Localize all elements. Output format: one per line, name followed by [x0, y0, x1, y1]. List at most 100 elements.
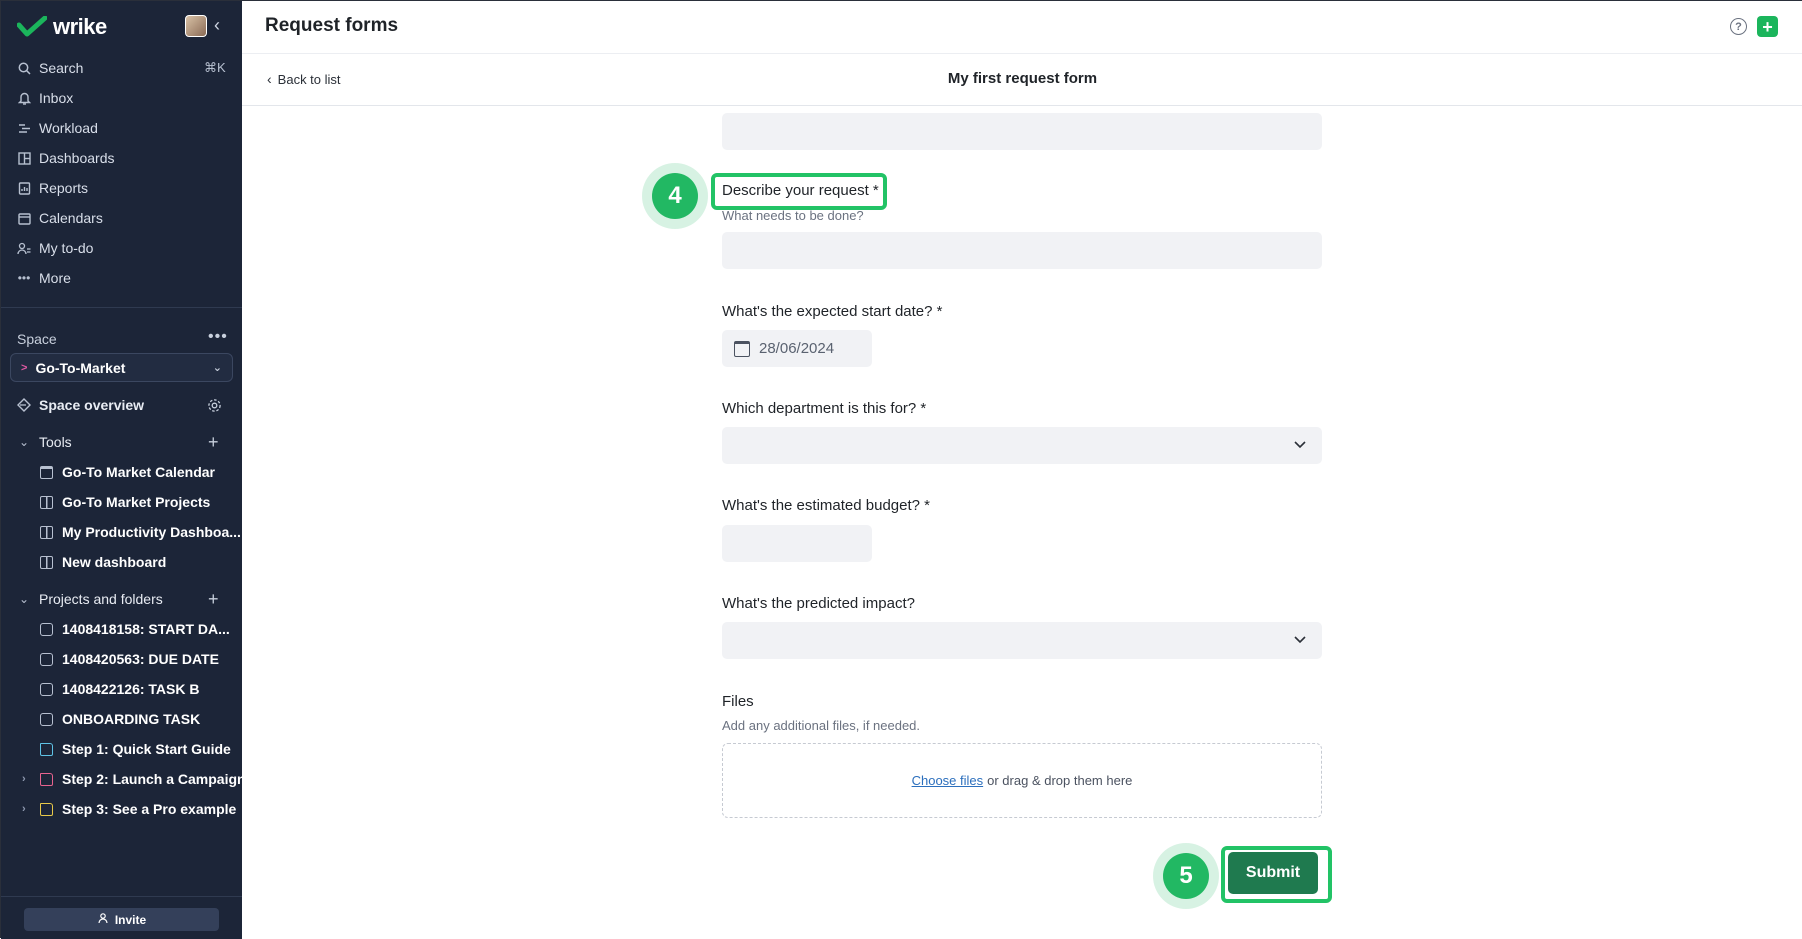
nav-label: Reports	[39, 180, 89, 196]
project-item[interactable]: ONBOARDING TASK	[40, 708, 200, 730]
chevron-right-icon[interactable]: ›	[22, 773, 26, 785]
tool-item[interactable]: My Productivity Dashboa...	[40, 521, 241, 543]
chevron-right-icon[interactable]: ›	[22, 803, 26, 815]
budget-input[interactable]	[722, 525, 872, 562]
sidebar-bottom-divider	[1, 896, 242, 897]
nav-my-todo[interactable]: My to-do	[17, 237, 93, 259]
previous-field-input[interactable]	[722, 113, 1322, 150]
more-dots-icon: •••	[17, 271, 31, 285]
folder-item[interactable]: › Step 3: See a Pro example	[22, 798, 236, 820]
projects-label: Projects and folders	[39, 591, 163, 607]
top-bar: Request forms ? +	[242, 1, 1802, 54]
workload-icon	[17, 121, 31, 135]
projects-section-header[interactable]: ⌄ Projects and folders	[17, 588, 163, 610]
nav-label: More	[39, 270, 71, 286]
add-project-plus-icon[interactable]: +	[208, 588, 219, 610]
nav-label: Dashboards	[39, 150, 115, 166]
impact-select[interactable]	[722, 622, 1322, 659]
main-content: Request forms ? + My first request form …	[242, 1, 1802, 939]
chevron-down-icon: ⌄	[18, 435, 30, 449]
add-tool-plus-icon[interactable]: +	[208, 431, 219, 453]
invite-button[interactable]: Invite	[24, 908, 219, 931]
space-more-icon[interactable]: •••	[208, 328, 228, 346]
step-4-badge: 4	[652, 173, 698, 219]
start-date-field[interactable]: 28/06/2024	[722, 330, 872, 367]
describe-request-input[interactable]	[722, 232, 1322, 269]
chevron-left-icon: ‹	[267, 71, 272, 87]
folder-icon	[40, 772, 53, 786]
search-shortcut: ⌘K	[204, 60, 226, 75]
todo-icon	[17, 241, 31, 255]
tool-label: New dashboard	[62, 554, 167, 570]
start-date-value: 28/06/2024	[759, 340, 835, 357]
avatar[interactable]	[185, 15, 207, 37]
start-date-label: What's the expected start date? *	[722, 303, 943, 320]
nav-reports[interactable]: Reports	[17, 177, 88, 199]
project-icon	[40, 712, 53, 726]
help-icon[interactable]: ?	[1730, 18, 1747, 35]
tool-item[interactable]: Go-To Market Projects	[40, 491, 210, 513]
choose-files-link[interactable]: Choose files	[912, 773, 984, 788]
nav-workload[interactable]: Workload	[17, 117, 98, 139]
submit-button[interactable]: Submit	[1228, 852, 1318, 894]
sidebar-divider	[1, 307, 242, 308]
chevron-down-icon	[1294, 632, 1306, 647]
folder-icon	[40, 802, 53, 816]
dashboard-icon	[40, 555, 53, 569]
add-new-plus-icon[interactable]: +	[1757, 16, 1778, 37]
space-overview-label: Space overview	[39, 397, 145, 413]
folder-label: Step 2: Launch a Campaign	[62, 771, 246, 787]
folder-icon	[40, 742, 53, 756]
folder-label: Step 1: Quick Start Guide	[62, 741, 231, 757]
wrike-logo[interactable]: wrike	[17, 14, 107, 40]
dashboard-icon	[17, 151, 31, 165]
project-icon	[40, 682, 53, 696]
project-item[interactable]: 1408420563: DUE DATE	[40, 648, 219, 670]
files-label: Files	[722, 693, 754, 710]
report-icon	[17, 181, 31, 195]
space-name: Go-To-Market	[35, 359, 126, 376]
project-item[interactable]: 1408418158: START DA...	[40, 618, 230, 640]
department-label: Which department is this for? *	[722, 400, 927, 417]
space-overview-link[interactable]: Space overview	[17, 394, 144, 416]
file-dropzone[interactable]: Choose files or drag & drop them here	[722, 743, 1322, 818]
nav-label: My to-do	[39, 240, 94, 256]
nav-label: Search	[39, 60, 84, 76]
back-label: Back to list	[277, 71, 341, 87]
folder-item[interactable]: Step 1: Quick Start Guide	[40, 738, 231, 760]
sidebar: wrike ‹ Search ⌘K Inbox Workload Dashboa…	[1, 1, 246, 939]
nav-calendars[interactable]: Calendars	[17, 207, 103, 229]
project-label: 1408418158: START DA...	[62, 621, 230, 637]
page-title: Request forms	[265, 15, 399, 36]
calendar-icon	[40, 465, 53, 479]
tool-label: My Productivity Dashboa...	[62, 524, 241, 540]
project-label: 1408420563: DUE DATE	[62, 651, 219, 667]
wrike-check-icon	[17, 16, 47, 37]
project-icon	[40, 622, 53, 636]
space-selector[interactable]: > Go-To-Market ⌄	[10, 353, 233, 382]
project-icon	[40, 652, 53, 666]
project-item[interactable]: 1408422126: TASK B	[40, 678, 199, 700]
nav-search[interactable]: Search ⌘K	[17, 57, 226, 79]
folder-item[interactable]: › Step 2: Launch a Campaign	[22, 768, 246, 790]
form-title: My first request form	[242, 70, 1802, 87]
dashboard-icon	[40, 525, 53, 539]
nav-inbox[interactable]: Inbox	[17, 87, 73, 109]
nav-more[interactable]: ••• More	[17, 267, 71, 289]
tool-item[interactable]: Go-To Market Calendar	[40, 461, 215, 483]
tools-section-header[interactable]: ⌄ Tools	[17, 431, 72, 453]
form-title-text: My first request form	[947, 70, 1098, 87]
back-to-list-link[interactable]: ‹ Back to list	[267, 71, 341, 87]
department-select[interactable]	[722, 427, 1322, 464]
describe-request-hint: What needs to be done?	[722, 208, 864, 223]
tool-item[interactable]: New dashboard	[40, 551, 166, 573]
collapse-sidebar-icon[interactable]: ‹	[214, 16, 230, 34]
budget-label: What's the estimated budget? *	[722, 497, 930, 514]
step-5-badge: 5	[1163, 853, 1209, 899]
nav-label: Calendars	[39, 210, 103, 226]
space-overview-icon	[17, 398, 31, 412]
dashboard-icon	[40, 495, 53, 509]
nav-dashboards[interactable]: Dashboards	[17, 147, 115, 169]
describe-request-label: Describe your request *	[722, 182, 879, 199]
space-settings-gear-icon[interactable]	[207, 394, 222, 416]
